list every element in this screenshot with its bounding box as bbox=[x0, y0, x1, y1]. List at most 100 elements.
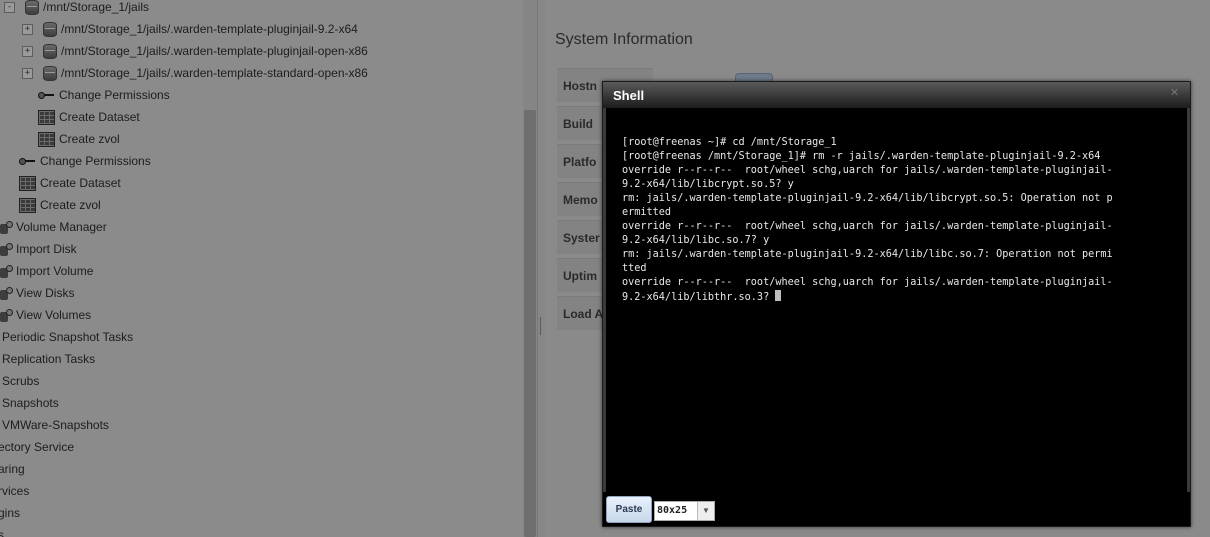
system-info-label: Uptim bbox=[563, 269, 597, 283]
tree-item-label: /mnt/Storage_1/jails/.warden-template-st… bbox=[61, 66, 368, 80]
terminal-size-value: 80x25 bbox=[657, 505, 688, 516]
tree-item[interactable]: gins bbox=[0, 502, 20, 524]
terminal-line: [root@freenas /mnt/Storage_1]# rm -r jai… bbox=[622, 150, 1113, 164]
tree-item-label: Change Permissions bbox=[59, 88, 170, 102]
tree-item-label: Change Permissions bbox=[40, 154, 151, 168]
tree-item[interactable]: View Volumes bbox=[0, 304, 91, 326]
terminal-line-text: 9.2-x64/lib/libcrypt.so.5? y bbox=[622, 179, 794, 190]
expand-icon[interactable]: + bbox=[22, 67, 33, 79]
tree-item-label: View Disks bbox=[16, 286, 75, 300]
tree-item[interactable]: Create Dataset bbox=[38, 106, 140, 128]
terminal-line: ermitted bbox=[622, 206, 1113, 220]
terminal-line: override r--r--r-- root/wheel schg,uarch… bbox=[622, 276, 1113, 290]
terminal-line: override r--r--r-- root/wheel schg,uarch… bbox=[622, 164, 1113, 178]
terminal-line-text: 9.2-x64/lib/libthr.so.3? bbox=[622, 292, 776, 303]
tree-item[interactable]: Import Disk bbox=[0, 238, 77, 260]
grid-icon bbox=[19, 175, 36, 191]
tree-item-label: Create zvol bbox=[40, 198, 101, 212]
shell-footer: Paste 80x25 ▼ bbox=[603, 492, 1190, 526]
tree-item-label: Create Dataset bbox=[40, 176, 121, 190]
tree-item[interactable]: Scrubs bbox=[2, 370, 39, 392]
terminal-line: rm: jails/.warden-template-pluginjail-9.… bbox=[622, 192, 1113, 206]
tree-item-label: aring bbox=[0, 462, 25, 476]
tree-item-label: Snapshots bbox=[2, 396, 59, 410]
tree-item-label: Volume Manager bbox=[16, 220, 107, 234]
terminal-line: override r--r--r-- root/wheel schg,uarch… bbox=[622, 220, 1113, 234]
tree-item[interactable]: VMWare-Snapshots bbox=[2, 414, 109, 436]
tree-item[interactable]: Import Volume bbox=[0, 260, 93, 282]
grid-icon bbox=[19, 197, 36, 213]
tree-item[interactable]: + /mnt/Storage_1/jails/.warden-template-p… bbox=[22, 18, 358, 40]
storage-tree: - /mnt/Storage_1/jails + /mnt/Storage_1/jai… bbox=[0, 0, 523, 537]
tree-item[interactable]: ectory Service bbox=[0, 436, 74, 458]
expand-icon[interactable]: + bbox=[22, 45, 33, 57]
tree-item-label: /mnt/Storage_1/jails bbox=[43, 0, 150, 14]
tree-item-label: s bbox=[0, 528, 4, 537]
shell-title: Shell bbox=[613, 88, 645, 103]
system-info-label: Memo bbox=[563, 193, 598, 207]
volume-icon bbox=[0, 220, 13, 234]
tree-item[interactable]: + /mnt/Storage_1/jails/.warden-template-s… bbox=[22, 62, 368, 84]
tree-item[interactable]: s bbox=[0, 524, 4, 537]
tree-item-label: gins bbox=[0, 506, 21, 520]
terminal-output: [root@freenas ~]# cd /mnt/Storage_1 [root… bbox=[622, 136, 1113, 305]
tree-item[interactable]: Create zvol bbox=[38, 128, 120, 150]
splitter-grip[interactable] bbox=[540, 317, 541, 335]
tree-item[interactable]: Periodic Snapshot Tasks bbox=[2, 326, 133, 348]
terminal-line-text: override r--r--r-- root/wheel schg,uarch… bbox=[622, 221, 1113, 232]
tree-item[interactable]: rvices bbox=[0, 480, 29, 502]
terminal-line: 9.2-x64/lib/libc.so.7? y bbox=[622, 234, 1113, 248]
chevron-down-icon[interactable]: ▼ bbox=[697, 502, 714, 520]
tree-item[interactable]: - /mnt/Storage_1/jails bbox=[4, 0, 149, 18]
tree-item[interactable]: View Disks bbox=[0, 282, 74, 304]
terminal-size-select[interactable]: 80x25 ▼ bbox=[654, 501, 715, 521]
terminal-line-text: override r--r--r-- root/wheel schg,uarch… bbox=[622, 165, 1113, 176]
tree-item-label: Import Disk bbox=[16, 242, 77, 256]
volume-icon bbox=[0, 308, 13, 322]
system-info-label: Platfo bbox=[563, 155, 597, 169]
tree-item[interactable]: Replication Tasks bbox=[2, 348, 95, 370]
tree-item-label: Create zvol bbox=[59, 132, 120, 146]
tree-item[interactable]: Change Permissions bbox=[38, 84, 170, 106]
terminal-line-text: [root@freenas /mnt/Storage_1]# rm -r jai… bbox=[622, 151, 1101, 162]
terminal-line: 9.2-x64/lib/libthr.so.3? bbox=[622, 290, 1113, 305]
system-info-label: Hostn bbox=[563, 79, 597, 93]
tree-item-label: Replication Tasks bbox=[2, 352, 96, 366]
tree-item[interactable]: Volume Manager bbox=[0, 216, 107, 238]
shell-titlebar[interactable]: Shell ✕ bbox=[603, 82, 1190, 108]
volume-icon bbox=[0, 286, 13, 300]
terminal-line-text: tted bbox=[622, 263, 647, 274]
terminal-line-text: rm: jails/.warden-template-pluginjail-9.… bbox=[622, 249, 1113, 260]
tree-item[interactable]: Create zvol bbox=[19, 194, 101, 216]
tree-item[interactable]: aring bbox=[0, 458, 25, 480]
tree-item[interactable]: + /mnt/Storage_1/jails/.warden-template-p… bbox=[22, 40, 368, 62]
shell-dialog: Shell ✕ [root@freenas ~]# cd /mnt/Storag… bbox=[602, 81, 1191, 527]
expand-icon[interactable]: + bbox=[22, 23, 33, 35]
grid-icon bbox=[38, 131, 55, 147]
tree-item[interactable]: Snapshots bbox=[2, 392, 59, 414]
system-information-title: System Information bbox=[555, 31, 693, 48]
tree-scrollbar-thumb[interactable] bbox=[524, 110, 536, 537]
volume-icon bbox=[0, 264, 13, 278]
terminal-line-text: rm: jails/.warden-template-pluginjail-9.… bbox=[622, 193, 1113, 204]
terminal[interactable]: [root@freenas ~]# cd /mnt/Storage_1 [root… bbox=[606, 108, 1187, 492]
tree-item-label: Import Volume bbox=[16, 264, 94, 278]
system-info-label: Build bbox=[563, 117, 593, 131]
tree-item-label: /mnt/Storage_1/jails/.warden-template-pl… bbox=[61, 22, 358, 36]
close-icon[interactable]: ✕ bbox=[1169, 88, 1180, 99]
system-info-label: Syster bbox=[563, 231, 600, 245]
collapse-icon[interactable]: - bbox=[4, 1, 15, 13]
tree-item-label: VMWare-Snapshots bbox=[2, 418, 109, 432]
tree-item[interactable]: Create Dataset bbox=[19, 172, 121, 194]
terminal-line: [root@freenas ~]# cd /mnt/Storage_1 bbox=[622, 136, 1113, 150]
tree-item[interactable]: Change Permissions bbox=[19, 150, 151, 172]
paste-button[interactable]: Paste bbox=[606, 496, 652, 523]
grid-icon bbox=[38, 109, 55, 125]
tree-item-label: Periodic Snapshot Tasks bbox=[2, 330, 134, 344]
terminal-line-text: 9.2-x64/lib/libc.so.7? y bbox=[622, 235, 770, 246]
key-icon bbox=[19, 157, 36, 165]
tree-item-label: /mnt/Storage_1/jails/.warden-template-pl… bbox=[61, 44, 368, 58]
tree-item-label: Scrubs bbox=[2, 374, 40, 388]
system-info-label: Load A bbox=[563, 307, 604, 321]
database-icon bbox=[43, 21, 57, 37]
